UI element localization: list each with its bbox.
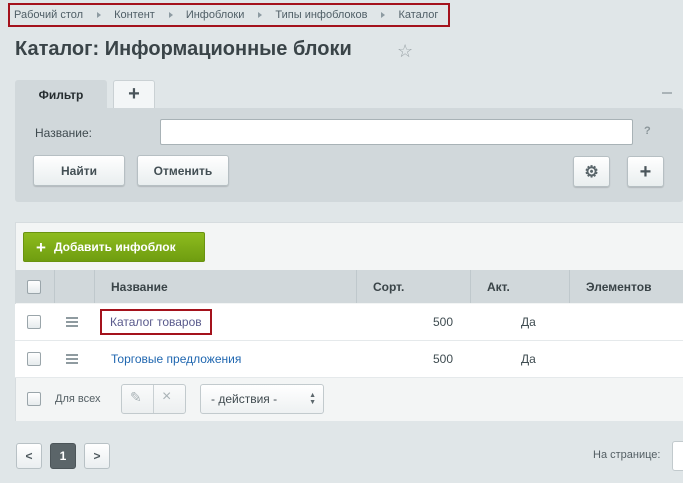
name-filter-label: Название:	[35, 126, 92, 140]
breadcrumb-item-desktop[interactable]: Рабочий стол	[14, 9, 83, 21]
find-button[interactable]: Найти	[33, 155, 125, 186]
actions-select[interactable]: - действия - ▲ ▼	[200, 384, 324, 414]
help-icon[interactable]: ?	[644, 125, 651, 137]
column-name-header[interactable]: Название	[111, 270, 168, 303]
gear-icon: ⚙	[584, 163, 599, 181]
add-iblock-button[interactable]: + Добавить инфоблок	[23, 232, 205, 262]
plus-icon: +	[639, 160, 652, 183]
iblock-name-link[interactable]: Торговые предложения	[111, 352, 241, 366]
row-checkbox[interactable]	[27, 352, 41, 366]
add-iblock-label: Добавить инфоблок	[53, 240, 176, 254]
per-page-label: На странице:	[593, 449, 661, 461]
prev-page-button[interactable]: <	[16, 443, 42, 469]
page-title: Каталог: Информационные блоки	[15, 38, 352, 60]
per-page-select[interactable]	[672, 441, 683, 471]
pencil-icon[interactable]: ✎	[130, 389, 142, 406]
column-sort-header[interactable]: Сорт.	[373, 270, 404, 303]
edit-actions-group: ✎ ×	[121, 384, 186, 414]
table-row[interactable]: Каталог товаров 500 Да	[15, 304, 683, 341]
table-row[interactable]: Торговые предложения 500 Да	[15, 341, 683, 378]
select-all-checkbox[interactable]	[27, 279, 41, 294]
row-checkbox[interactable]	[27, 315, 41, 329]
select-arrows-icon: ▲ ▼	[309, 392, 316, 406]
row-menu-icon[interactable]	[66, 352, 78, 366]
current-page-button[interactable]: 1	[50, 443, 76, 469]
add-filter-field-button[interactable]: +	[627, 156, 664, 187]
row-menu-icon[interactable]	[66, 315, 78, 329]
chevron-right-icon	[168, 12, 173, 18]
grid-header: Название Сорт. Акт. Элементов	[15, 270, 683, 303]
for-all-label: Для всех	[55, 393, 101, 405]
active-value: Да	[521, 352, 536, 366]
sort-value: 500	[433, 315, 454, 329]
close-icon[interactable]: ×	[162, 388, 171, 406]
column-elements-header[interactable]: Элементов	[586, 270, 651, 303]
column-active-header[interactable]: Акт.	[487, 270, 510, 303]
breadcrumb: Рабочий стол Контент Инфоблоки Типы инфо…	[8, 3, 450, 27]
minimize-icon[interactable]	[662, 92, 672, 94]
active-value: Да	[521, 315, 536, 329]
cancel-button[interactable]: Отменить	[137, 155, 229, 186]
chevron-right-icon	[97, 12, 102, 18]
breadcrumb-item-content[interactable]: Контент	[114, 9, 155, 21]
tab-filter[interactable]: Фильтр	[15, 80, 107, 110]
next-page-button[interactable]: >	[84, 443, 110, 469]
filter-settings-button[interactable]: ⚙	[573, 156, 610, 187]
star-icon[interactable]: ☆	[397, 41, 413, 62]
name-filter-input[interactable]	[160, 119, 633, 145]
iblock-name-link[interactable]: Каталог товаров	[100, 309, 212, 335]
breadcrumb-item-catalog[interactable]: Каталог	[398, 9, 438, 21]
breadcrumb-item-iblock-types[interactable]: Типы инфоблоков	[275, 9, 367, 21]
chevron-right-icon	[381, 12, 386, 18]
sort-value: 500	[433, 352, 454, 366]
plus-icon: +	[36, 237, 46, 257]
actions-select-value: - действия -	[211, 392, 278, 406]
add-filter-tab-button[interactable]: +	[113, 80, 155, 108]
chevron-right-icon	[258, 12, 263, 18]
breadcrumb-item-iblocks[interactable]: Инфоблоки	[186, 9, 245, 21]
for-all-checkbox[interactable]	[27, 392, 41, 406]
